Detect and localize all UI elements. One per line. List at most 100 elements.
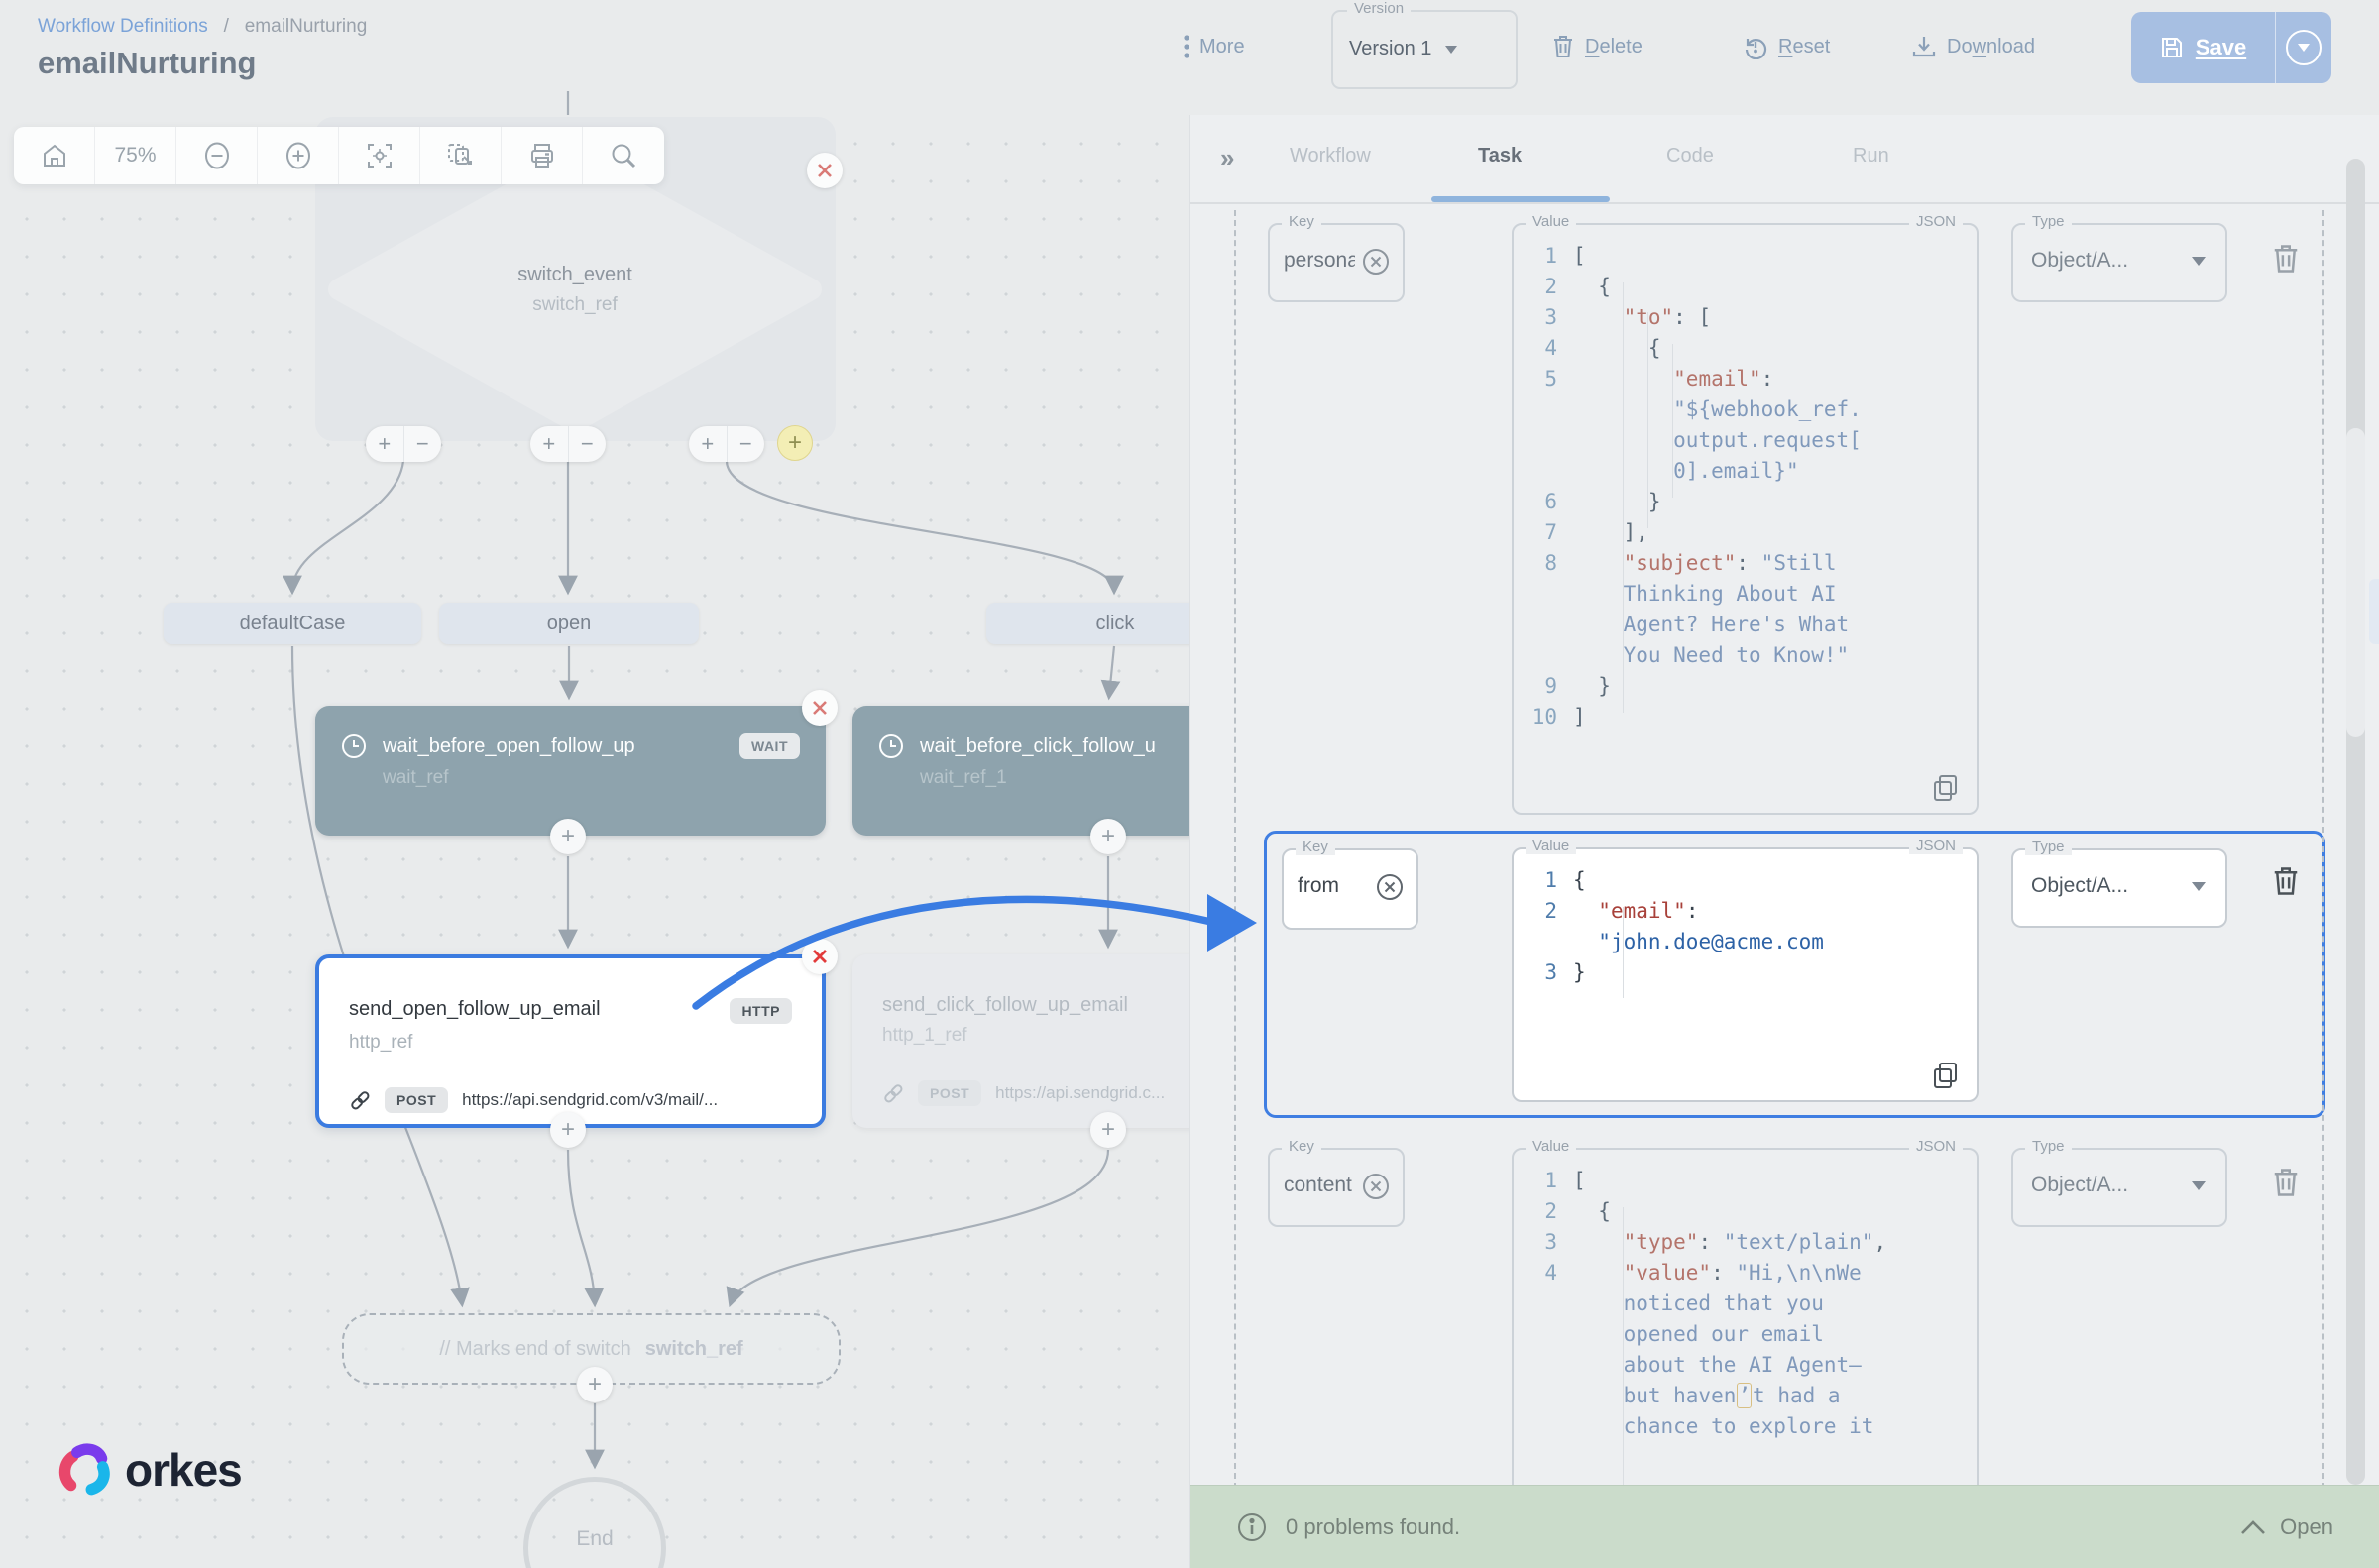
clear-circle-icon <box>1361 1172 1391 1201</box>
value-editor-from[interactable]: Value JSON 1{2 "email": "john.doe@acme.c… <box>1512 847 1979 1102</box>
remove-wait-node-button[interactable] <box>802 690 838 726</box>
case-label-defaultcase[interactable]: defaultCase <box>164 603 421 644</box>
case-label-open[interactable]: open <box>439 603 699 644</box>
add-case-button[interactable]: + <box>530 426 569 462</box>
type-select-content[interactable]: Type Object/A... <box>2011 1148 2227 1227</box>
save-options-button[interactable] <box>2276 12 2331 83</box>
key-input[interactable] <box>1284 249 1355 273</box>
wait-node-open[interactable]: wait_before_open_follow_up WAIT wait_ref <box>315 706 826 836</box>
multi-select-button[interactable] <box>420 127 502 184</box>
zoom-level[interactable]: 75% <box>95 127 176 184</box>
remove-case-button[interactable]: − <box>728 426 765 462</box>
key-legend: Key <box>1296 839 1335 855</box>
case-add-remove-control: +− <box>530 426 606 462</box>
zoom-in-icon <box>284 142 312 169</box>
key-legend: Key <box>1282 213 1321 230</box>
info-icon <box>1236 1512 1268 1543</box>
version-value: Version 1 <box>1349 38 1431 60</box>
tab-code[interactable]: Code <box>1666 145 1714 168</box>
collapse-panel-button[interactable]: » <box>1220 143 1231 173</box>
zoom-in-button[interactable] <box>258 127 339 184</box>
trash-icon <box>1551 34 1575 59</box>
add-branch-button[interactable]: + <box>777 425 813 461</box>
clock-icon <box>341 733 367 759</box>
page-title: emailNurturing <box>38 46 256 81</box>
print-button[interactable] <box>502 127 583 184</box>
add-task-button[interactable]: + <box>1090 819 1126 854</box>
more-label: More <box>1199 36 1245 58</box>
key-field-from: Key <box>1282 848 1418 930</box>
json-editor[interactable]: 1[2 {3 "to": [4 {5 "email": "${webhook_r… <box>1524 241 1969 805</box>
key-input[interactable] <box>1298 874 1369 898</box>
remove-case-button[interactable]: − <box>404 426 442 462</box>
copy-icon <box>1931 1061 1961 1090</box>
copy-button[interactable] <box>1931 773 1961 803</box>
delete-row-button[interactable] <box>2271 864 2305 902</box>
value-editor-personalizations[interactable]: Value JSON 1[2 {3 "to": [4 {5 "email": "… <box>1512 223 1979 815</box>
active-tab-indicator <box>1431 196 1610 202</box>
json-mode-label: JSON <box>1909 213 1963 230</box>
remove-switch-button[interactable] <box>807 153 843 188</box>
search-icon <box>610 142 637 169</box>
value-legend: Value <box>1526 1138 1576 1155</box>
problems-open-button[interactable]: Open <box>2240 1514 2333 1540</box>
panel-resize-handle[interactable] <box>2369 579 2379 644</box>
more-button[interactable]: More <box>1184 34 1245 59</box>
add-task-button[interactable]: + <box>577 1367 613 1402</box>
kebab-menu-icon <box>1184 34 1190 59</box>
clear-key-button[interactable] <box>1375 872 1405 902</box>
switch-node-title: switch_event <box>517 264 632 286</box>
key-field-personalizations: Key <box>1268 223 1405 302</box>
app-header: Workflow Definitions / emailNurturing em… <box>0 0 2379 115</box>
add-case-button[interactable]: + <box>366 426 404 462</box>
orkes-logo-mark <box>56 1441 113 1499</box>
delete-button[interactable]: Delete <box>1551 34 1643 59</box>
chevron-down-icon <box>2192 882 2206 891</box>
json-editor[interactable]: 1{2 "email": "john.doe@acme.com3} <box>1524 865 1969 1092</box>
canvas-toolbar: 75% <box>14 127 664 184</box>
type-select-personalizations[interactable]: Type Object/A... <box>2011 223 2227 302</box>
delete-row-button[interactable] <box>2271 1166 2305 1203</box>
drop-guide-left <box>1234 210 1236 1489</box>
clear-key-button[interactable] <box>1361 1172 1391 1201</box>
add-case-button[interactable]: + <box>689 426 728 462</box>
fit-view-button[interactable] <box>339 127 420 184</box>
link-icon <box>882 1082 904 1104</box>
key-legend: Key <box>1282 1138 1321 1155</box>
task-type-badge: WAIT <box>739 733 800 759</box>
reset-button[interactable]: Reset <box>1743 34 1830 59</box>
http-node-send-open-selected[interactable]: send_open_follow_up_email HTTP http_ref … <box>315 954 826 1128</box>
download-button[interactable]: Download <box>1911 34 2035 59</box>
copy-button[interactable] <box>1931 1061 1961 1090</box>
add-task-button[interactable]: + <box>550 1112 586 1148</box>
clear-key-button[interactable] <box>1361 247 1391 277</box>
breadcrumb-parent-link[interactable]: Workflow Definitions <box>38 16 208 37</box>
copy-icon <box>1931 773 1961 803</box>
key-input[interactable] <box>1284 1174 1355 1197</box>
tab-workflow[interactable]: Workflow <box>1290 145 1371 168</box>
tab-run[interactable]: Run <box>1853 145 1889 168</box>
add-task-button[interactable]: + <box>1090 1112 1126 1148</box>
panel-scrollbar-thumb[interactable] <box>2346 428 2365 737</box>
zoom-out-button[interactable] <box>176 127 258 184</box>
add-task-button[interactable]: + <box>550 819 586 854</box>
remove-http-node-button[interactable] <box>802 939 838 974</box>
type-value: Object/A... <box>2031 874 2128 898</box>
home-button[interactable] <box>14 127 95 184</box>
version-select[interactable]: Version Version 1 <box>1331 10 1518 89</box>
problems-open-label: Open <box>2280 1514 2333 1540</box>
save-button[interactable]: Save <box>2131 12 2276 83</box>
delete-row-button[interactable] <box>2271 242 2305 280</box>
tab-task[interactable]: Task <box>1478 145 1522 168</box>
chevron-down-icon <box>1445 46 1457 54</box>
save-split-button: Save <box>2131 12 2331 83</box>
search-button[interactable] <box>583 127 664 184</box>
panel-scrollbar-track[interactable] <box>2346 159 2365 1485</box>
close-icon <box>817 163 833 178</box>
task-config-panel: » Workflow Task Code Run Key Value JSON … <box>1190 115 2379 1568</box>
wait-node-ref: wait_ref <box>383 767 800 789</box>
type-select-from[interactable]: Type Object/A... <box>2011 848 2227 928</box>
switch-node[interactable]: switch_event switch_ref <box>327 149 823 431</box>
link-icon <box>349 1089 371 1111</box>
remove-case-button[interactable]: − <box>569 426 607 462</box>
